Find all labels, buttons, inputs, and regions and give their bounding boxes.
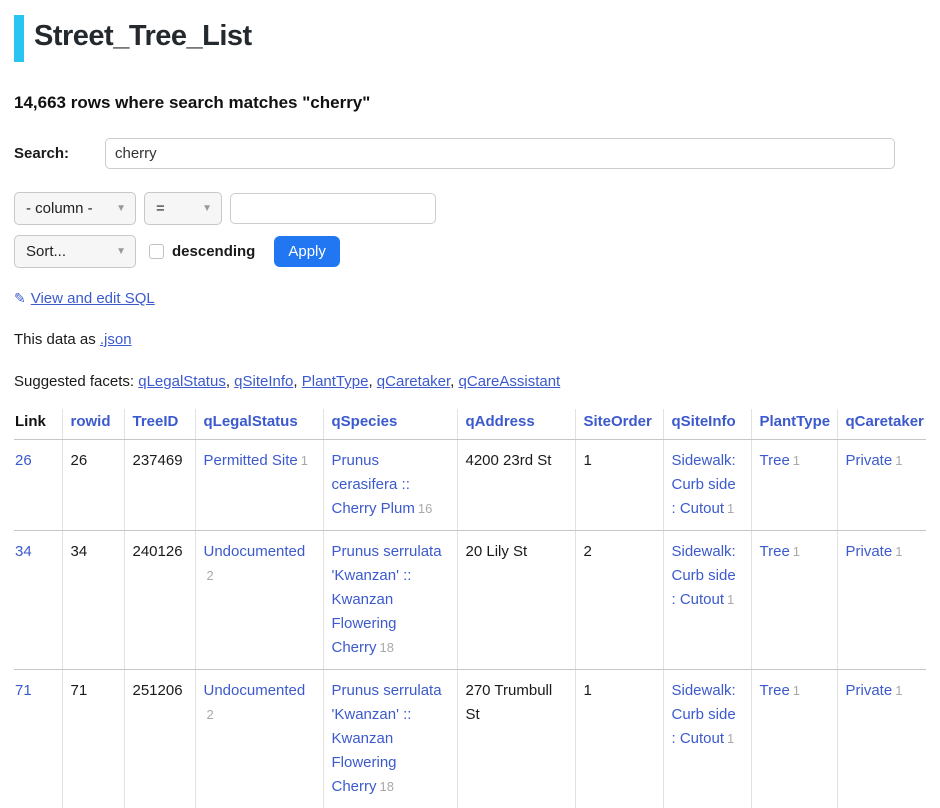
cell-planttype-link[interactable]: Tree: [760, 452, 790, 469]
descending-checkbox[interactable]: [149, 244, 164, 259]
facet-separator: ,: [450, 373, 458, 390]
cell-treeid: 240126: [124, 531, 195, 670]
cell-qaddress: 4200 23rd St: [457, 440, 575, 531]
table-row: 71 71 251206 Undocumented2 Prunus serrul…: [14, 670, 926, 808]
cell-qaddress: 270 Trumbull St: [457, 670, 575, 808]
facet-count: 1: [727, 731, 734, 746]
json-link[interactable]: .json: [100, 331, 132, 348]
header-qcaretaker[interactable]: qCaretaker: [837, 409, 926, 440]
header-qspecies[interactable]: qSpecies: [323, 409, 457, 440]
row-count-heading: 14,663 rows where search matches "cherry…: [14, 93, 926, 113]
facet-link-qcaretaker[interactable]: qCaretaker: [377, 373, 450, 390]
suggested-facets-row: Suggested facets: qLegalStatus, qSiteInf…: [14, 373, 926, 390]
facet-count: 1: [793, 453, 800, 468]
cell-qcaretaker-link[interactable]: Private: [846, 452, 893, 469]
page-header: Street_Tree_List: [14, 15, 926, 62]
header-rowid[interactable]: rowid: [62, 409, 124, 440]
page-title: Street_Tree_List: [34, 20, 252, 53]
operator-select[interactable]: = ▼: [144, 192, 222, 225]
facet-count: 1: [895, 453, 902, 468]
facet-count: 1: [793, 544, 800, 559]
row-link[interactable]: 26: [15, 452, 32, 469]
facet-link-qlegalstatus[interactable]: qLegalStatus: [138, 373, 226, 390]
accent-bar: [14, 15, 24, 62]
header-treeid[interactable]: TreeID: [124, 409, 195, 440]
facet-link-qsiteinfo[interactable]: qSiteInfo: [234, 373, 293, 390]
cell-siteorder: 1: [575, 440, 663, 531]
facet-count: 1: [793, 683, 800, 698]
descending-label: descending: [172, 243, 255, 260]
cell-qlegalstatus-link[interactable]: Undocumented: [204, 682, 306, 699]
facet-count: 16: [418, 501, 432, 516]
apply-button[interactable]: Apply: [274, 236, 340, 267]
table-row: 34 34 240126 Undocumented2 Prunus serrul…: [14, 531, 926, 670]
facet-count: 1: [301, 453, 308, 468]
table-row: 26 26 237469 Permitted Site1 Prunus cera…: [14, 440, 926, 531]
facet-count: 1: [895, 544, 902, 559]
sort-select[interactable]: Sort... ▼: [14, 235, 136, 268]
cell-siteorder: 2: [575, 531, 663, 670]
facet-count: 1: [727, 592, 734, 607]
pencil-icon: ✎: [14, 290, 26, 306]
cell-qlegalstatus-link[interactable]: Permitted Site: [204, 452, 298, 469]
cell-planttype-link[interactable]: Tree: [760, 682, 790, 699]
facet-link-qcareassistant[interactable]: qCareAssistant: [459, 373, 561, 390]
facet-count: 1: [727, 501, 734, 516]
cell-planttype-link[interactable]: Tree: [760, 543, 790, 560]
cell-rowid: 26: [62, 440, 124, 531]
facets-prefix: Suggested facets:: [14, 373, 138, 390]
header-siteorder[interactable]: SiteOrder: [575, 409, 663, 440]
facet-count: 1: [895, 683, 902, 698]
cell-qcaretaker-link[interactable]: Private: [846, 682, 893, 699]
column-select-value: - column -: [26, 200, 93, 217]
facet-count: 2: [207, 568, 214, 583]
search-input[interactable]: [105, 138, 895, 169]
cell-treeid: 251206: [124, 670, 195, 808]
data-as-prefix: This data as: [14, 331, 100, 348]
cell-qaddress: 20 Lily St: [457, 531, 575, 670]
results-table: Link rowid TreeID qLegalStatus qSpecies …: [14, 409, 926, 808]
header-qlegalstatus[interactable]: qLegalStatus: [195, 409, 323, 440]
view-edit-sql-link[interactable]: View and edit SQL: [31, 290, 155, 307]
cell-qcaretaker-link[interactable]: Private: [846, 543, 893, 560]
facet-count: 18: [380, 779, 394, 794]
cell-rowid: 34: [62, 531, 124, 670]
filter-row: - column - ▼ = ▼: [14, 192, 926, 225]
header-qsiteinfo[interactable]: qSiteInfo: [663, 409, 751, 440]
filter-value-input[interactable]: [230, 193, 436, 224]
sql-link-row: ✎ View and edit SQL: [14, 290, 926, 307]
cell-rowid: 71: [62, 670, 124, 808]
facet-separator: ,: [368, 373, 376, 390]
sort-select-value: Sort...: [26, 243, 66, 260]
cell-treeid: 237469: [124, 440, 195, 531]
facet-separator: ,: [226, 373, 234, 390]
facet-link-planttype[interactable]: PlantType: [302, 373, 369, 390]
header-link: Link: [14, 409, 62, 440]
cell-qlegalstatus-link[interactable]: Undocumented: [204, 543, 306, 560]
cell-siteorder: 1: [575, 670, 663, 808]
table-header-row: Link rowid TreeID qLegalStatus qSpecies …: [14, 409, 926, 440]
chevron-down-icon: ▼: [116, 246, 126, 257]
facet-separator: ,: [293, 373, 301, 390]
column-select[interactable]: - column - ▼: [14, 192, 136, 225]
header-planttype[interactable]: PlantType: [751, 409, 837, 440]
chevron-down-icon: ▼: [116, 203, 126, 214]
row-link[interactable]: 34: [15, 543, 32, 560]
cell-qspecies-link[interactable]: Prunus cerasifera :: Cherry Plum: [332, 452, 415, 517]
header-qaddress[interactable]: qAddress: [457, 409, 575, 440]
sort-row: Sort... ▼ descending Apply: [14, 235, 926, 268]
operator-select-value: =: [156, 200, 165, 217]
facet-count: 18: [380, 640, 394, 655]
search-label: Search:: [14, 145, 105, 162]
chevron-down-icon: ▼: [202, 203, 212, 214]
facet-count: 2: [207, 707, 214, 722]
data-as-row: This data as .json: [14, 331, 926, 348]
row-link[interactable]: 71: [15, 682, 32, 699]
search-row: Search:: [14, 138, 926, 169]
